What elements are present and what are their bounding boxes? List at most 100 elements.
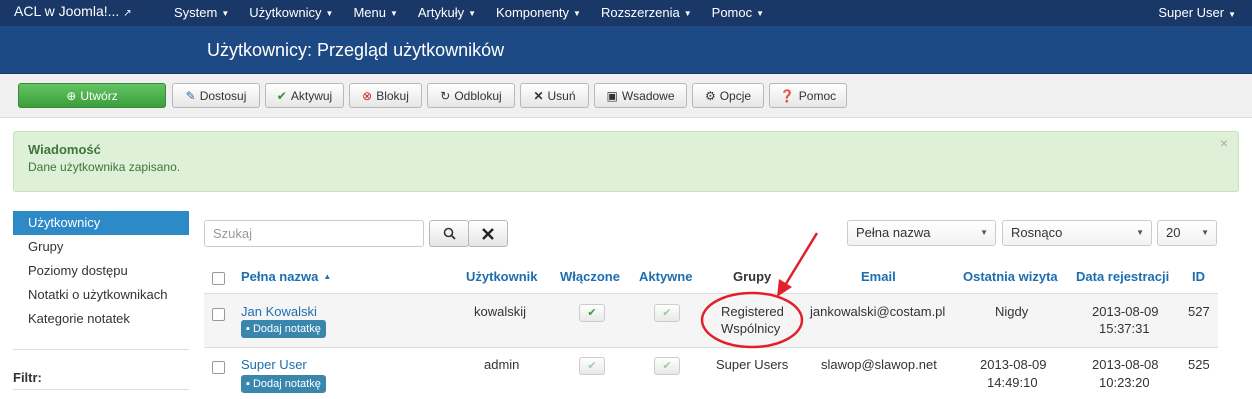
message-text: Dane użytkownika zapisano. bbox=[28, 160, 181, 174]
column-header-email[interactable]: Email bbox=[861, 269, 896, 284]
menu-help[interactable]: Pomoc ▼ bbox=[712, 5, 764, 20]
site-brand-link[interactable]: ACL w Joomla!... ↗ bbox=[14, 3, 132, 19]
top-navbar: ACL w Joomla!... ↗ System ▼ Użytkownicy ▼ M… bbox=[0, 0, 1252, 26]
list-limit-select[interactable]: 20 ▼ bbox=[1157, 220, 1217, 246]
column-header-username[interactable]: Użytkownik bbox=[466, 269, 538, 284]
menu-system[interactable]: System ▼ bbox=[174, 5, 229, 20]
divider bbox=[204, 347, 1218, 348]
sort-field-select[interactable]: Pełna nazwa ▼ bbox=[847, 220, 996, 246]
user-name-link[interactable]: Super User bbox=[241, 357, 307, 372]
activate-button[interactable]: ✔ Aktywuj bbox=[265, 83, 344, 108]
caret-down-icon: ▼ bbox=[468, 9, 477, 18]
add-note-button[interactable]: ▪ Dodaj notatkę bbox=[241, 375, 326, 393]
edit-button[interactable]: ✎ Dostosuj bbox=[172, 83, 260, 108]
registration-time: 10:23:20 bbox=[1099, 375, 1150, 390]
user-menu[interactable]: Super User ▼ bbox=[1158, 5, 1236, 20]
plus-circle-icon: ⊕ bbox=[66, 88, 77, 103]
unblock-button[interactable]: ↻ Odblokuj bbox=[427, 83, 515, 108]
menu-extensions[interactable]: Rozszerzenia ▼ bbox=[601, 5, 692, 20]
table-row bbox=[204, 293, 1218, 347]
menu-menus[interactable]: Menu ▼ bbox=[353, 5, 397, 20]
enabled-toggle[interactable]: ✔ bbox=[579, 304, 605, 322]
column-header-active[interactable]: Aktywne bbox=[639, 269, 692, 284]
user-group: Wspólnicy bbox=[721, 321, 781, 336]
select-all-checkbox[interactable] bbox=[212, 272, 225, 285]
caret-down-icon: ▼ bbox=[389, 9, 398, 18]
search-input[interactable] bbox=[204, 220, 424, 247]
enabled-status: ✔ bbox=[579, 357, 605, 375]
sidebar-item-access-levels[interactable]: Poziomy dostępu bbox=[13, 259, 189, 283]
gear-icon: ⚙ bbox=[704, 88, 716, 103]
options-button[interactable]: ⚙ Opcje bbox=[692, 83, 764, 108]
column-header-last-visit[interactable]: Ostatnia wizyta bbox=[963, 269, 1058, 284]
success-message: Wiadomość Dane użytkownika zapisano. × bbox=[13, 131, 1239, 192]
note-icon: ▪ bbox=[246, 323, 253, 335]
row-checkbox[interactable] bbox=[212, 308, 225, 321]
username: admin bbox=[484, 357, 520, 372]
check-icon: ✔ bbox=[662, 307, 672, 319]
note-icon: ▪ bbox=[246, 378, 253, 390]
caret-down-icon: ▼ bbox=[756, 9, 765, 18]
check-icon: ✔ bbox=[587, 307, 597, 319]
page-header: Użytkownicy: Przegląd użytkowników bbox=[0, 26, 1252, 74]
help-button[interactable]: ❓ Pomoc bbox=[769, 83, 847, 108]
site-name: ACL w Joomla!... bbox=[14, 3, 120, 19]
clear-search-button[interactable] bbox=[468, 220, 508, 247]
column-header-name[interactable]: Pełna nazwa ▲ bbox=[241, 269, 331, 284]
column-header-enabled[interactable]: Włączone bbox=[560, 269, 620, 284]
sort-asc-icon: ▲ bbox=[323, 272, 332, 281]
toolbar: ⊕ Utwórz ✎ Dostosuj ✔ Aktywuj ⊗ Blokuj ↻ Odbl… bbox=[0, 74, 1252, 118]
delete-button[interactable]: ✕ Usuń bbox=[520, 83, 589, 108]
create-button[interactable]: ⊕ Utwórz bbox=[18, 83, 166, 108]
menu-components[interactable]: Komponenty ▼ bbox=[496, 5, 581, 20]
user-group: Super Users bbox=[716, 357, 789, 372]
main-menu: System ▼ Użytkownicy ▼ Menu ▼ Artykuły ▼ Kom… bbox=[174, 5, 784, 20]
column-header-registered[interactable]: Data rejestracji bbox=[1076, 269, 1169, 284]
sidebar-item-users[interactable]: Użytkownicy bbox=[13, 211, 189, 235]
divider bbox=[13, 349, 189, 350]
registration-time: 15:37:31 bbox=[1099, 321, 1150, 336]
menu-users[interactable]: Użytkownicy ▼ bbox=[249, 5, 333, 20]
last-visit: 2013-08-09 bbox=[980, 357, 1047, 372]
user-name-link[interactable]: Jan Kowalski bbox=[241, 304, 317, 319]
filter-label: Filtr: bbox=[13, 370, 42, 385]
username: kowalskij bbox=[474, 304, 527, 319]
close-icon[interactable]: × bbox=[1220, 135, 1228, 151]
sort-direction-select[interactable]: Rosnąco ▼ bbox=[1002, 220, 1152, 246]
sidebar-item-note-categories[interactable]: Kategorie notatek bbox=[13, 307, 189, 331]
refresh-icon: ↻ bbox=[440, 88, 451, 103]
sidebar: Użytkownicy Grupy Poziomy dostępu Notatk… bbox=[13, 211, 189, 331]
search-button[interactable] bbox=[429, 220, 469, 247]
active-status: ✔ bbox=[654, 357, 680, 375]
block-icon: ⊗ bbox=[362, 88, 373, 103]
row-checkbox[interactable] bbox=[212, 361, 225, 374]
column-header-id[interactable]: ID bbox=[1192, 269, 1205, 284]
batch-icon: ▣ bbox=[606, 88, 618, 103]
check-icon: ✔ bbox=[587, 360, 597, 372]
message-title: Wiadomość bbox=[28, 142, 101, 157]
batch-button[interactable]: ▣ Wsadowe bbox=[594, 83, 687, 108]
chevron-down-icon: ▼ bbox=[1201, 228, 1209, 237]
caret-down-icon: ▼ bbox=[683, 9, 692, 18]
user-id: 525 bbox=[1188, 357, 1210, 372]
user-group: Registered bbox=[721, 304, 784, 319]
divider bbox=[13, 389, 189, 390]
annotation-arrow bbox=[782, 232, 819, 288]
caret-down-icon: ▼ bbox=[325, 9, 334, 18]
block-button[interactable]: ⊗ Blokuj bbox=[349, 83, 422, 108]
menu-articles[interactable]: Artykuły ▼ bbox=[418, 5, 476, 20]
column-header-groups: Grupy bbox=[733, 269, 772, 284]
sidebar-item-groups[interactable]: Grupy bbox=[13, 235, 189, 259]
caret-down-icon: ▼ bbox=[573, 9, 581, 18]
chevron-down-icon: ▼ bbox=[1136, 228, 1144, 237]
divider bbox=[204, 293, 1218, 294]
user-email: slawop@slawop.net bbox=[821, 357, 937, 372]
add-note-button[interactable]: ▪ Dodaj notatkę bbox=[241, 320, 326, 338]
check-icon: ✔ bbox=[662, 360, 672, 372]
edit-icon: ✎ bbox=[185, 88, 196, 103]
active-status: ✔ bbox=[654, 304, 680, 322]
registration-date: 2013-08-08 bbox=[1092, 357, 1159, 372]
user-email: jankowalski@costam.pl bbox=[810, 304, 946, 319]
user-id: 527 bbox=[1188, 304, 1210, 319]
sidebar-item-user-notes[interactable]: Notatki o użytkownikach bbox=[13, 283, 189, 307]
